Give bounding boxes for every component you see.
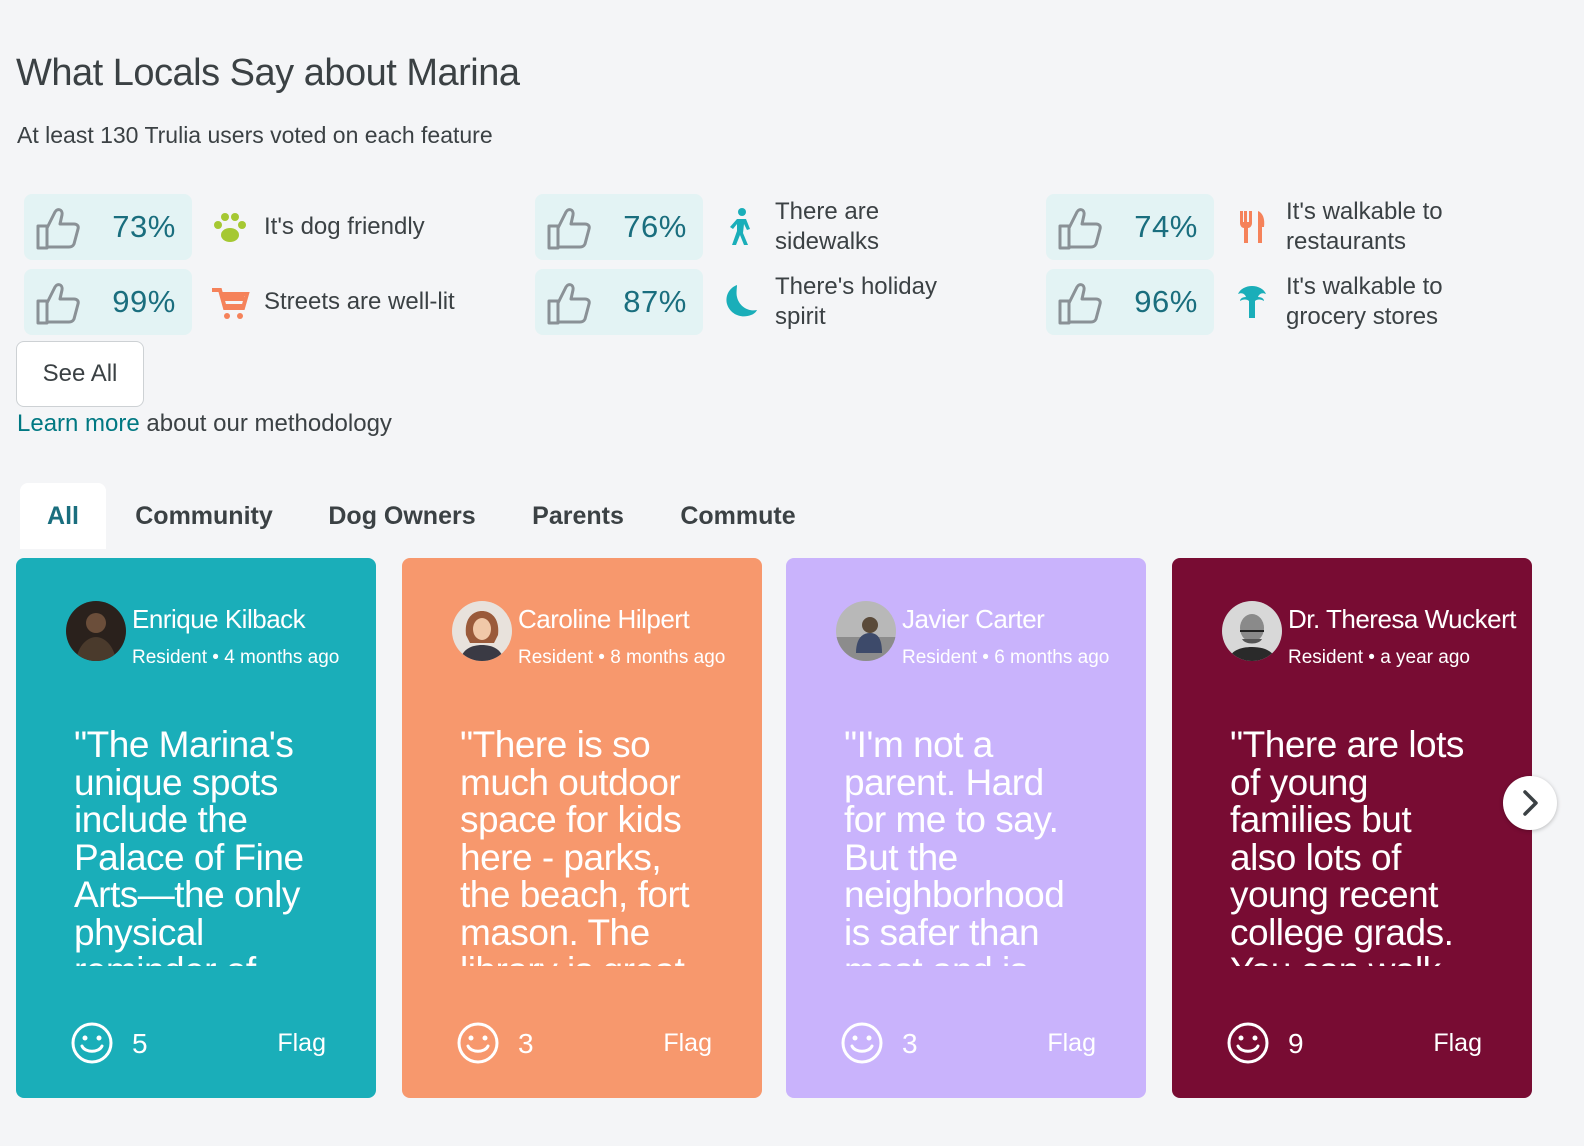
moon-icon	[726, 285, 757, 317]
methodology-text: Learn more about our methodology	[17, 410, 392, 438]
stat-label: It's walkable to restaurants	[1286, 198, 1443, 255]
review-quote: "I'm not a parent. Hard for me to say. B…	[844, 726, 1065, 966]
thumbs-up-icon	[36, 283, 80, 325]
smiley-icon[interactable]	[456, 1021, 500, 1065]
stat-percent: 73%	[112, 209, 176, 244]
thumbs-up-icon	[547, 208, 591, 250]
author-name[interactable]: Javier Carter	[902, 604, 1045, 635]
tab-community[interactable]: Community	[120, 483, 288, 549]
stat-label: It's walkable to grocery stores	[1286, 273, 1443, 330]
stat-badge: 96%	[1046, 269, 1214, 335]
flag-button[interactable]: Flag	[277, 1029, 326, 1058]
smiley-icon[interactable]	[1226, 1021, 1270, 1065]
like-count: 3	[902, 1028, 918, 1059]
avatar	[66, 601, 126, 661]
stat-label: It's dog friendly	[264, 213, 425, 240]
stat-percent: 99%	[112, 284, 176, 319]
author-name[interactable]: Enrique Kilback	[132, 604, 306, 635]
thumbs-up-icon	[547, 283, 591, 325]
review-card[interactable]: Dr. Theresa Wuckert Resident • a year ag…	[1172, 558, 1532, 1098]
stat-percent: 96%	[1134, 284, 1198, 319]
see-all-button[interactable]: See All	[16, 341, 144, 407]
methodology-rest-text: about our methodology	[139, 410, 392, 437]
flag-button[interactable]: Flag	[1047, 1029, 1096, 1058]
smiley-icon[interactable]	[70, 1021, 114, 1065]
carousel-next-button[interactable]	[1503, 776, 1557, 830]
page-title: What Locals Say about Marina	[16, 52, 520, 94]
page-subtitle: At least 130 Trulia users voted on each …	[17, 122, 493, 148]
author-name[interactable]: Dr. Theresa Wuckert	[1288, 604, 1516, 635]
review-meta: Resident • 4 months ago	[132, 647, 340, 668]
pedestrian-icon	[730, 208, 750, 245]
stat-label: Streets are well-lit	[264, 288, 455, 315]
tab-commute[interactable]: Commute	[666, 483, 810, 549]
stat-badge: 87%	[535, 269, 703, 335]
like-count: 3	[518, 1028, 534, 1059]
stat-badge: 73%	[24, 194, 192, 260]
review-card[interactable]: Javier Carter Resident • 6 months ago "I…	[786, 558, 1146, 1098]
thumbs-up-icon	[1058, 283, 1102, 325]
review-meta: Resident • 8 months ago	[518, 647, 726, 668]
like-count: 9	[1288, 1028, 1304, 1059]
thumbs-up-icon	[36, 208, 80, 250]
cart-icon	[212, 288, 250, 319]
thumbs-up-icon	[1058, 208, 1102, 250]
fork-knife-icon	[1240, 211, 1265, 243]
chevron-right-icon	[1523, 790, 1538, 816]
tab-dog-owners[interactable]: Dog Owners	[316, 483, 488, 549]
review-meta: Resident • 6 months ago	[902, 647, 1110, 668]
stat-badge: 99%	[24, 269, 192, 335]
review-card[interactable]: Enrique Kilback Resident • 4 months ago …	[16, 558, 376, 1098]
flag-button[interactable]: Flag	[663, 1029, 712, 1058]
review-meta: Resident • a year ago	[1288, 647, 1470, 668]
like-count: 5	[132, 1028, 148, 1059]
learn-more-link[interactable]: Learn more	[17, 410, 140, 437]
stat-badge: 76%	[535, 194, 703, 260]
stat-percent: 76%	[623, 209, 687, 244]
review-card[interactable]: Caroline Hilpert Resident • 8 months ago…	[402, 558, 762, 1098]
avatar	[452, 601, 512, 661]
avatar	[1222, 601, 1282, 661]
flag-button[interactable]: Flag	[1433, 1029, 1482, 1058]
review-quote: "The Marina's unique spots include the P…	[74, 726, 304, 966]
stat-percent: 87%	[623, 284, 687, 319]
review-quote: "There is so much outdoor space for kids…	[460, 726, 690, 966]
paw-icon	[214, 213, 246, 242]
stat-label: There's holiday spirit	[775, 273, 937, 330]
review-quote: "There are lots of young families but al…	[1230, 726, 1464, 966]
produce-icon	[1238, 286, 1266, 318]
smiley-icon[interactable]	[840, 1021, 884, 1065]
avatar	[836, 601, 896, 661]
stat-percent: 74%	[1134, 209, 1198, 244]
stat-label: There are sidewalks	[775, 198, 880, 255]
tab-parents[interactable]: Parents	[516, 483, 640, 549]
author-name[interactable]: Caroline Hilpert	[518, 604, 690, 635]
tab-all[interactable]: All	[20, 483, 106, 549]
stat-badge: 74%	[1046, 194, 1214, 260]
